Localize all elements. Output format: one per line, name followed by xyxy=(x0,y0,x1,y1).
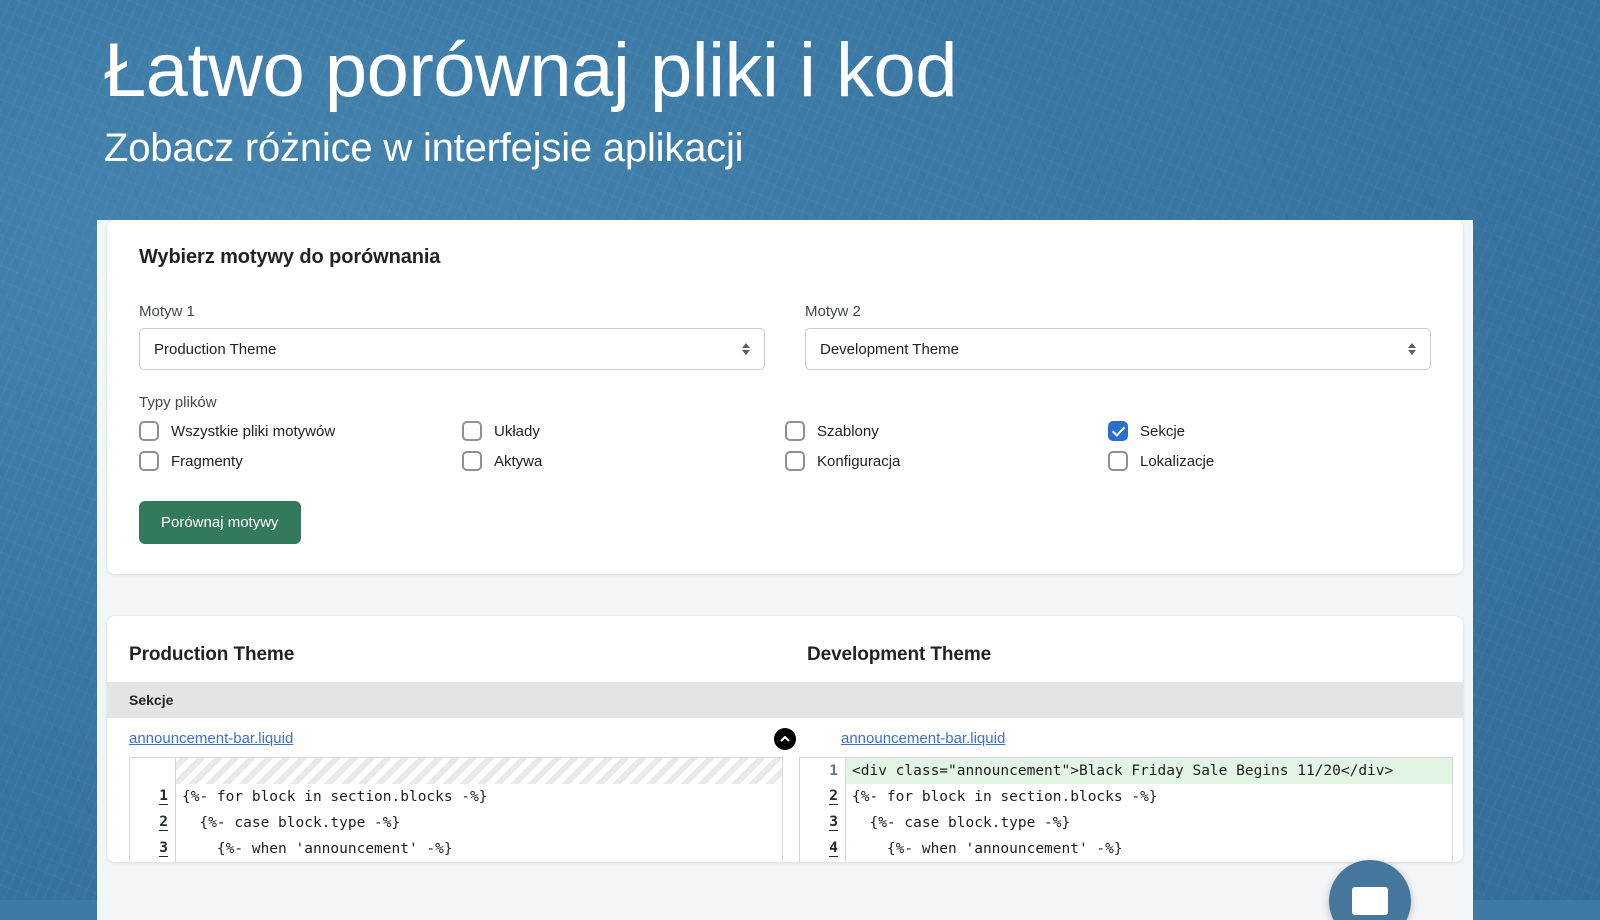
checkbox-label: Sekcje xyxy=(1140,422,1186,440)
checkbox-label: Aktywa xyxy=(494,452,543,470)
checkbox-box-icon[interactable] xyxy=(462,451,482,471)
theme2-value: Development Theme xyxy=(820,340,959,358)
checkbox-box-icon[interactable] xyxy=(462,421,482,441)
line-number: 2 xyxy=(130,810,176,836)
chevron-up-icon[interactable] xyxy=(774,727,796,750)
page-subtitle: Zobacz różnice w interfejsie aplikacji xyxy=(104,126,744,171)
checkbox-label: Wszystkie pliki motywów xyxy=(171,422,336,440)
code-line-added: 1 <div class="announcement">Black Friday… xyxy=(800,758,1452,784)
line-number: 3 xyxy=(800,810,846,836)
checkbox-templates[interactable]: Szablony xyxy=(785,421,1108,441)
right-file-link[interactable]: announcement-bar.liquid xyxy=(841,730,1005,747)
diff-column-headers: Production Theme Development Theme xyxy=(107,616,1463,682)
code-line: 4 {%- when 'announcement' -%} xyxy=(800,836,1452,862)
code-line: 3 {%- case block.type -%} xyxy=(800,810,1452,836)
line-number: 3 xyxy=(130,836,176,862)
chat-bubble-shape xyxy=(1352,887,1388,915)
checkbox-assets[interactable]: Aktywa xyxy=(462,451,785,471)
checkbox-locales[interactable]: Lokalizacje xyxy=(1108,451,1431,471)
right-code-pane[interactable]: 1 <div class="announcement">Black Friday… xyxy=(799,757,1453,862)
theme-selector-card: Wybierz motywy do porównania Motyw 1 Pro… xyxy=(107,220,1463,574)
theme2-label: Motyw 2 xyxy=(805,303,861,320)
checkbox-sections[interactable]: Sekcje xyxy=(1108,421,1431,441)
checkbox-checked-icon[interactable] xyxy=(1108,421,1128,441)
hero-section: Łatwo porównaj pliki i kod Zobacz różnic… xyxy=(104,28,1404,171)
diff-right-file-cell: announcement-bar.liquid xyxy=(785,730,1463,747)
line-content: <div class="announcement">Black Friday S… xyxy=(846,758,1452,784)
checkbox-config[interactable]: Konfiguracja xyxy=(785,451,1108,471)
line-content: {%- case block.type -%} xyxy=(182,815,401,831)
checkbox-label: Układy xyxy=(494,422,540,440)
checkbox-box-icon[interactable] xyxy=(1108,451,1128,471)
line-content: {%- for block in section.blocks -%} xyxy=(182,789,488,805)
line-number: 2 xyxy=(800,784,846,810)
line-number: 1 xyxy=(800,758,846,784)
theme1-field: Motyw 1 Production Theme xyxy=(139,303,765,370)
checkbox-box-icon[interactable] xyxy=(139,421,159,441)
diff-results-card: Production Theme Development Theme Sekcj… xyxy=(107,616,1463,862)
file-types-label: Typy plików xyxy=(139,394,217,411)
line-content xyxy=(176,758,782,784)
line-content: {%- when 'announcement' -%} xyxy=(852,841,1123,857)
checkbox-label: Fragmenty xyxy=(171,452,243,470)
app-screenshot-frame: Wybierz motywy do porównania Motyw 1 Pro… xyxy=(97,220,1473,920)
selector-card-title: Wybierz motywy do porównania xyxy=(139,246,441,268)
theme-fields-row: Motyw 1 Production Theme Motyw 2 Develop… xyxy=(139,303,1431,370)
checkbox-layouts[interactable]: Układy xyxy=(462,421,785,441)
line-number: 4 xyxy=(800,836,846,862)
compare-themes-button[interactable]: Porównaj motywy xyxy=(139,501,301,544)
diff-left-file-cell: announcement-bar.liquid xyxy=(107,730,785,747)
diff-code-row: 1 {%- for block in section.blocks -%} 2 … xyxy=(107,757,1463,862)
checkbox-snippets[interactable]: Fragmenty xyxy=(139,451,462,471)
checkbox-label: Szablony xyxy=(817,422,879,440)
diff-file-row: announcement-bar.liquid announcement-bar… xyxy=(107,718,1463,757)
line-content: {%- for block in section.blocks -%} xyxy=(852,789,1158,805)
checkbox-box-icon[interactable] xyxy=(785,421,805,441)
diff-group-band: Sekcje xyxy=(107,682,1463,718)
checkbox-all-theme-files[interactable]: Wszystkie pliki motywów xyxy=(139,421,462,441)
left-file-link[interactable]: announcement-bar.liquid xyxy=(129,730,293,747)
code-line xyxy=(130,758,782,784)
left-code-pane[interactable]: 1 {%- for block in section.blocks -%} 2 … xyxy=(129,757,783,862)
diff-right-header: Development Theme xyxy=(807,644,992,665)
code-line: 2 {%- for block in section.blocks -%} xyxy=(800,784,1452,810)
chat-bubble-icon[interactable] xyxy=(1329,860,1411,920)
diff-left-header: Production Theme xyxy=(129,644,295,665)
line-content: {%- case block.type -%} xyxy=(852,815,1071,831)
line-number: 1 xyxy=(130,784,176,810)
line-number xyxy=(130,758,176,784)
theme2-field: Motyw 2 Development Theme xyxy=(805,303,1431,370)
select-stepper-icon xyxy=(742,343,750,355)
checkbox-box-icon[interactable] xyxy=(785,451,805,471)
code-line: 3 {%- when 'announcement' -%} xyxy=(130,836,782,862)
code-line: 1 {%- for block in section.blocks -%} xyxy=(130,784,782,810)
code-line: 2 {%- case block.type -%} xyxy=(130,810,782,836)
theme2-select[interactable]: Development Theme xyxy=(805,328,1431,370)
checkbox-box-icon[interactable] xyxy=(139,451,159,471)
theme1-value: Production Theme xyxy=(154,340,277,358)
theme1-label: Motyw 1 xyxy=(139,303,195,320)
checkbox-label: Lokalizacje xyxy=(1140,452,1215,470)
checkbox-label: Konfiguracja xyxy=(817,452,901,470)
file-types-checkbox-grid: Wszystkie pliki motywów Układy Szablony … xyxy=(139,421,1431,471)
line-content: {%- when 'announcement' -%} xyxy=(182,841,453,857)
select-stepper-icon xyxy=(1408,343,1416,355)
theme1-select[interactable]: Production Theme xyxy=(139,328,765,370)
page-title: Łatwo porównaj pliki i kod xyxy=(104,28,958,113)
